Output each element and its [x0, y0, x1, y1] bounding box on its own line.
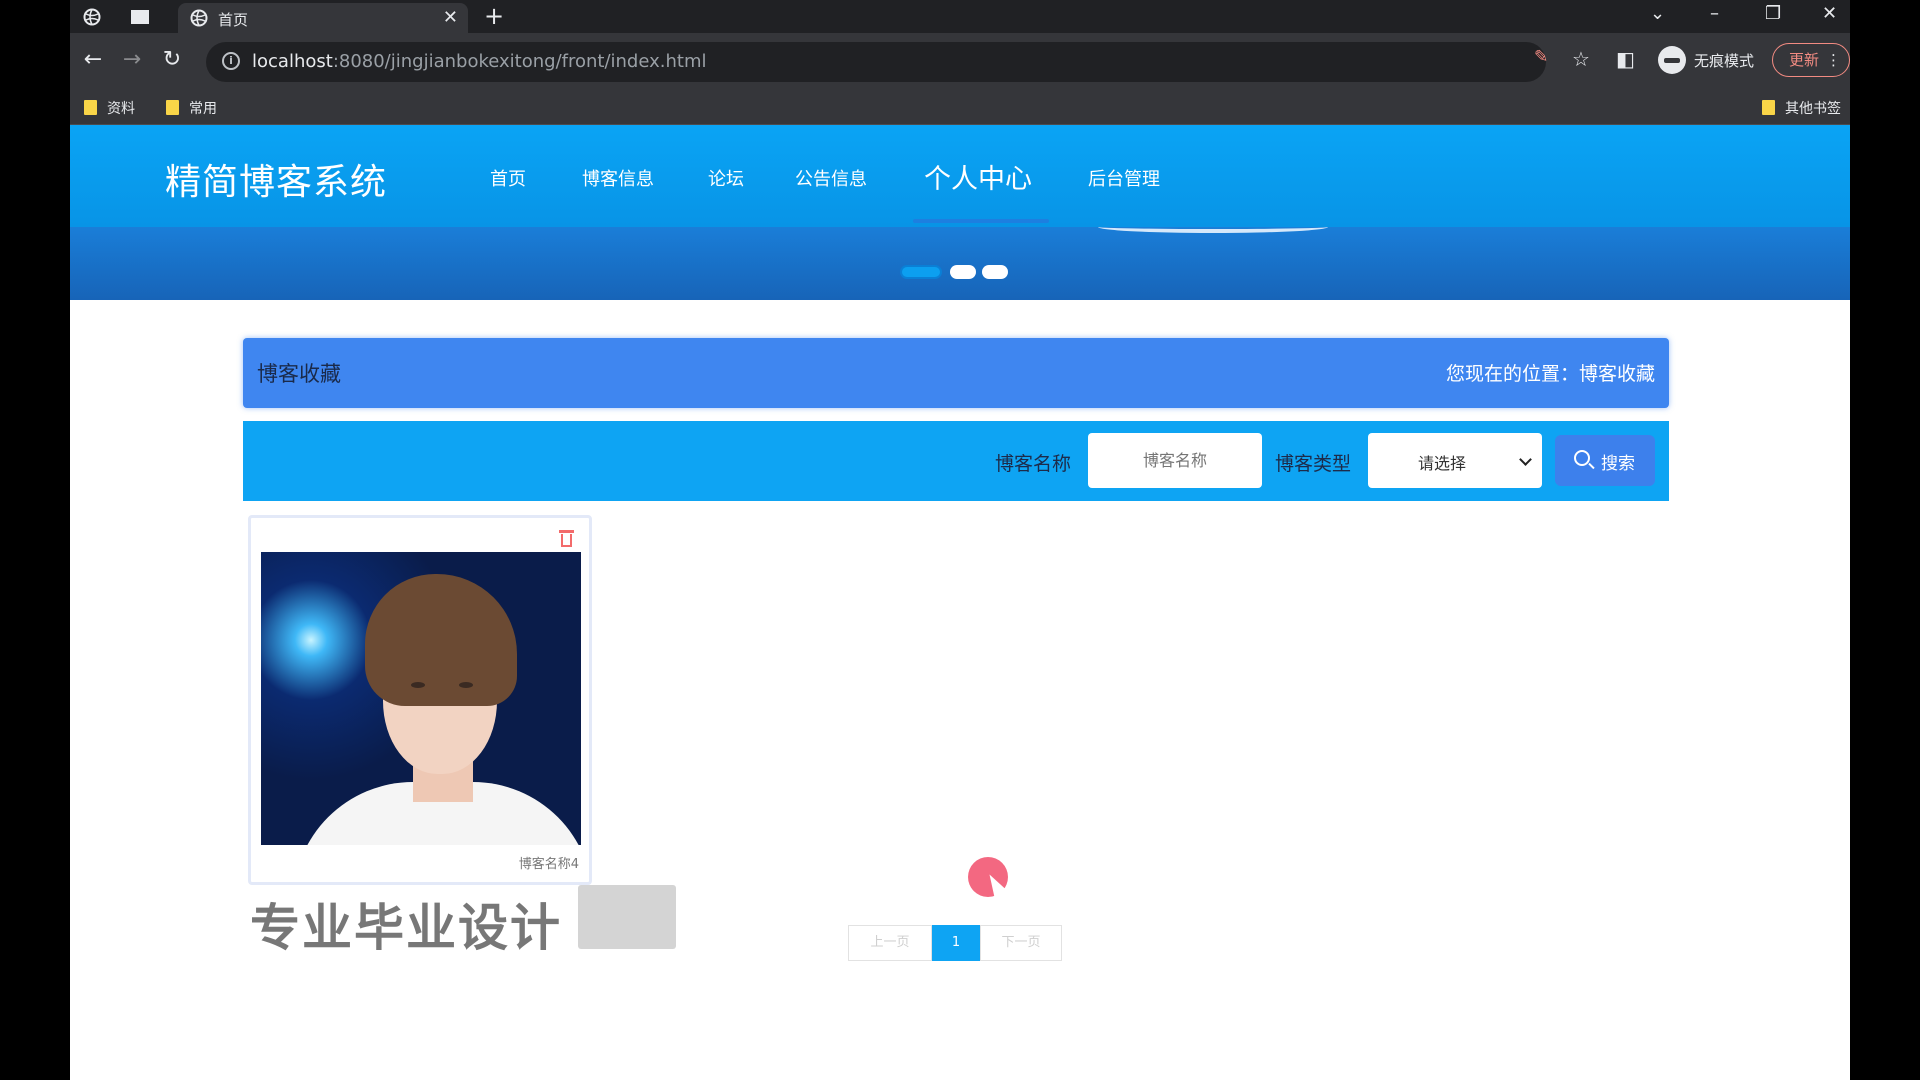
delete-icon[interactable]	[559, 530, 574, 547]
blog-name-label: 博客名称	[995, 453, 1072, 475]
url-bar[interactable]: i localhost:8080/jingjianbokexitong/fron…	[206, 42, 1546, 82]
search-button-label: 搜索	[1601, 454, 1635, 474]
nav-home[interactable]: 首页	[490, 165, 526, 191]
reload-button[interactable]: ↻	[157, 47, 187, 72]
nav-forum[interactable]: 论坛	[708, 165, 744, 191]
incognito-icon[interactable]	[1658, 46, 1686, 74]
nav-blog-info[interactable]: 博客信息	[582, 165, 654, 191]
search-icon	[1574, 450, 1590, 466]
incognito-label: 无痕模式	[1694, 52, 1755, 70]
new-tab-button[interactable]: +	[484, 2, 504, 30]
favorite-card[interactable]: 博客名称4	[248, 515, 592, 885]
blog-type-selected: 请选择	[1418, 454, 1467, 473]
tab-overview-icon[interactable]	[130, 7, 150, 27]
banner-carousel	[70, 227, 1850, 300]
bookmark-star-icon[interactable]: ☆	[1572, 47, 1590, 71]
bookmarks-bar: 资料 常用 其他书签	[70, 91, 1850, 125]
url-path: :8080/jingjianbokexitong/front/index.htm…	[332, 51, 707, 72]
blurred-overlay	[578, 885, 676, 949]
carousel-dot-2[interactable]	[950, 265, 976, 279]
watermark-text: 专业毕业设计	[250, 899, 562, 957]
site-header: 精简博客系统 首页 博客信息 论坛 公告信息 个人中心 后台管理	[70, 125, 1850, 227]
nav-announcements[interactable]: 公告信息	[795, 165, 867, 191]
breadcrumb-location: 您现在的位置：博客收藏	[1445, 363, 1655, 385]
tab-search-chevron-icon[interactable]: ⌄	[1650, 3, 1665, 24]
back-button[interactable]: ←	[78, 47, 108, 72]
window-close-button[interactable]: ✕	[1822, 3, 1837, 24]
tab-favicon-icon	[190, 9, 208, 27]
other-bookmarks-folder[interactable]: 其他书签	[1762, 98, 1841, 118]
pagination-next[interactable]: 下一页	[980, 925, 1062, 961]
tab-close-icon[interactable]: ✕	[443, 7, 458, 28]
banner-decoration	[1098, 227, 1328, 233]
nav-active-indicator	[913, 219, 1049, 223]
more-menu-icon[interactable]: ⋮	[1826, 44, 1841, 76]
forward-button[interactable]: →	[117, 47, 147, 72]
search-button[interactable]: 搜索	[1555, 435, 1655, 486]
url-text: localhost:8080/jingjianbokexitong/front/…	[252, 51, 706, 72]
bookmark-folder-ziliao[interactable]: 资料	[84, 98, 135, 118]
nav-admin[interactable]: 后台管理	[1088, 165, 1160, 191]
blog-type-label: 博客类型	[1275, 453, 1352, 475]
globe-icon[interactable]	[82, 7, 102, 27]
browser-tab-active[interactable]: 首页 ✕	[178, 3, 468, 33]
carousel-dot-3[interactable]	[982, 265, 1008, 279]
screen: 首页 ✕ + ⌄ – ❐ ✕ ← → ↻ i localhost:8080/ji…	[0, 0, 1920, 1080]
blog-cover-image[interactable]	[261, 552, 581, 845]
card-blog-name: 博客名称4	[518, 857, 579, 872]
section-title: 博客收藏	[257, 362, 341, 386]
web-page: 精简博客系统 首页 博客信息 论坛 公告信息 个人中心 后台管理 博客收藏 您现…	[70, 125, 1850, 1080]
blog-name-input[interactable]	[1088, 433, 1262, 488]
pagination-page-1[interactable]: 1	[932, 925, 980, 961]
section-title-bar: 博客收藏 您现在的位置：博客收藏	[243, 338, 1669, 408]
minimize-button[interactable]: –	[1710, 3, 1719, 24]
restore-button[interactable]: ❐	[1765, 3, 1781, 24]
search-bar: 博客名称 博客类型 请选择 搜索	[243, 421, 1669, 501]
update-label: 更新	[1789, 51, 1820, 69]
url-host: localhost	[252, 51, 333, 72]
side-panel-icon[interactable]: ◧	[1616, 47, 1635, 71]
blog-type-select[interactable]: 请选择	[1368, 433, 1542, 488]
site-logo[interactable]: 精简博客系统	[165, 153, 387, 205]
browser-tab-strip: 首页 ✕ + ⌄ – ❐ ✕	[70, 0, 1850, 33]
pagination-prev[interactable]: 上一页	[848, 925, 932, 961]
update-button[interactable]: 更新 ⋮	[1772, 43, 1850, 77]
bookmark-folder-changyong[interactable]: 常用	[166, 98, 217, 118]
nav-personal-center[interactable]: 个人中心	[924, 157, 1032, 196]
carousel-dot-1[interactable]	[900, 265, 942, 279]
site-info-icon[interactable]: i	[222, 52, 240, 70]
address-toolbar: ← → ↻ i localhost:8080/jingjianbokexiton…	[70, 33, 1850, 91]
translate-icon[interactable]: ✎	[1534, 47, 1548, 67]
chevron-down-icon	[1519, 453, 1532, 466]
tab-title: 首页	[218, 11, 249, 29]
